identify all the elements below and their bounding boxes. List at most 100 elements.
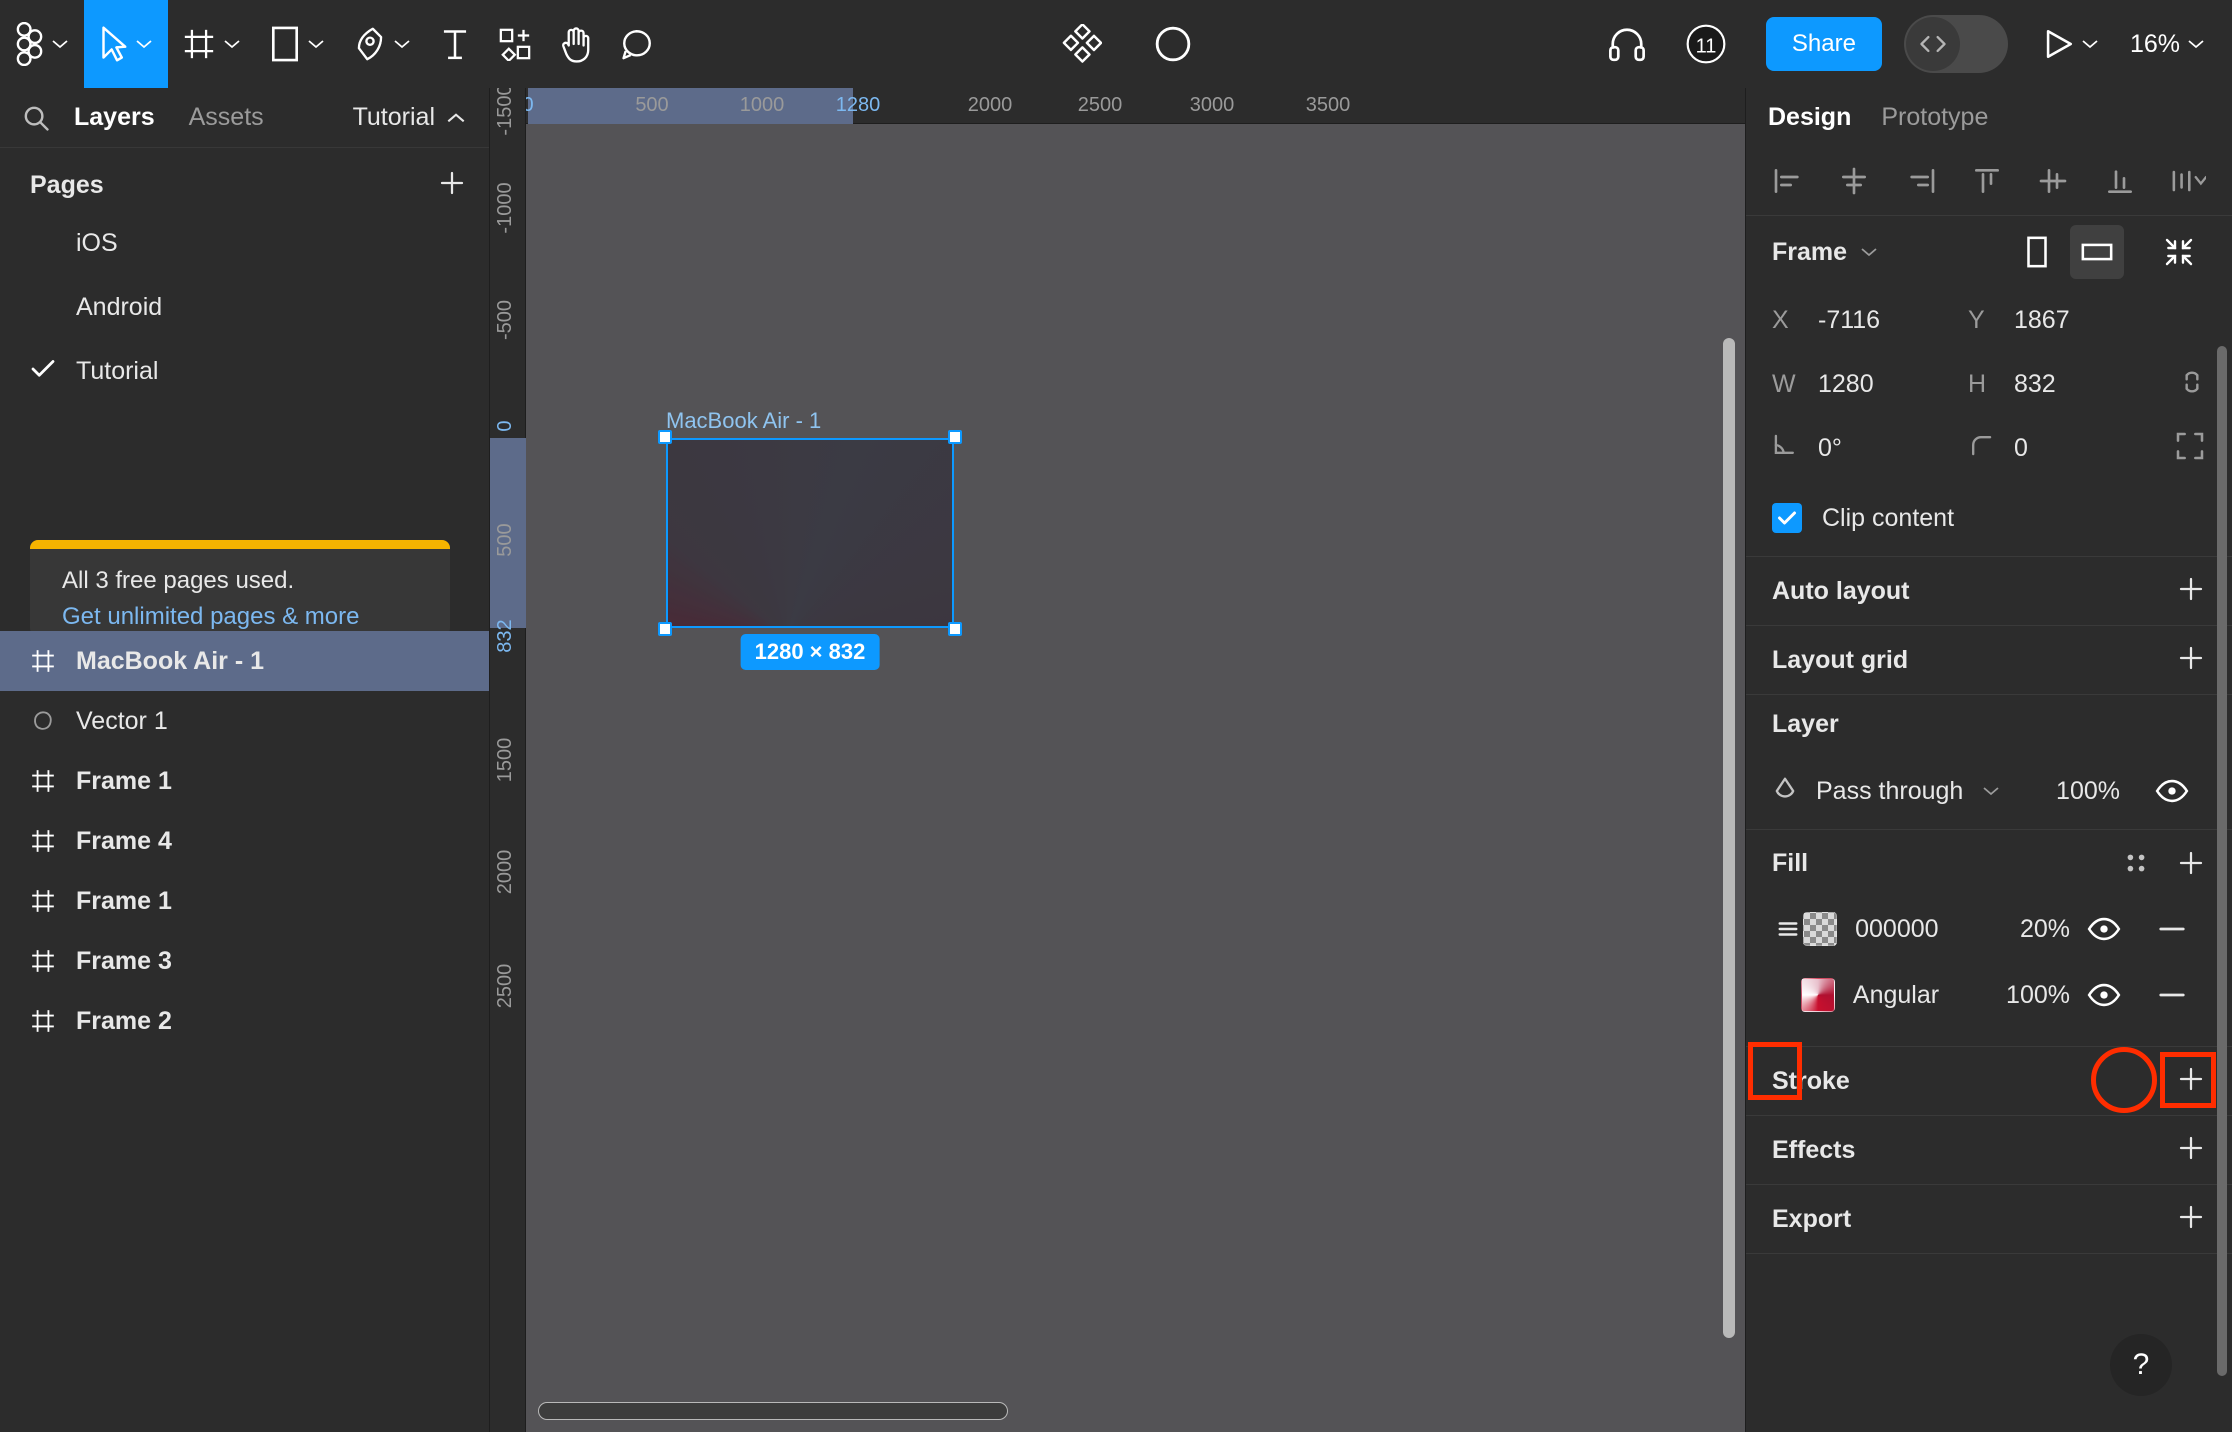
frame-header: Frame xyxy=(1772,216,2206,288)
components-icon[interactable] xyxy=(484,0,546,88)
chevron-down-icon[interactable] xyxy=(1981,785,2001,797)
hand-icon[interactable] xyxy=(546,0,606,88)
clip-content-row[interactable]: Clip content xyxy=(1772,480,2206,556)
layer-visibility-toggle[interactable] xyxy=(2138,779,2206,803)
frame-icon xyxy=(30,828,76,854)
frame-icon[interactable] xyxy=(168,0,256,88)
add-layout-grid-button[interactable] xyxy=(2176,643,2206,678)
drag-handle-icon[interactable] xyxy=(1772,919,1803,939)
remove-fill-button[interactable] xyxy=(2138,923,2206,935)
rotation-corner-row: 0° 0 xyxy=(1772,416,2206,480)
page-item-ios[interactable]: iOS xyxy=(0,211,489,275)
frame-icon xyxy=(30,888,76,914)
frame-icon xyxy=(30,648,76,674)
add-effect-button[interactable] xyxy=(2176,1133,2206,1168)
page-item-android[interactable]: Android xyxy=(0,275,489,339)
independent-corners-icon[interactable] xyxy=(2174,430,2206,467)
align-horizontal-center-icon[interactable] xyxy=(1838,166,1870,196)
frame-name-label[interactable]: MacBook Air - 1 xyxy=(666,408,821,434)
promo-upgrade-link[interactable]: Get unlimited pages & more xyxy=(30,595,450,631)
tab-layers[interactable]: Layers xyxy=(74,103,155,132)
align-right-icon[interactable] xyxy=(1905,166,1937,196)
resize-handle-bottom-right[interactable] xyxy=(948,622,962,636)
clip-content-checkbox[interactable] xyxy=(1772,503,1802,533)
portrait-orientation-icon[interactable] xyxy=(2010,225,2064,279)
layer-item-vector-1[interactable]: Vector 1 xyxy=(0,691,489,751)
layer-item-frame-1-b[interactable]: Frame 1 xyxy=(0,871,489,931)
add-stroke-button[interactable] xyxy=(2176,1064,2206,1099)
dev-mode-toggle[interactable] xyxy=(1903,15,2008,73)
tab-design[interactable]: Design xyxy=(1768,103,1851,132)
right-panel-scrollbar[interactable] xyxy=(2217,346,2227,1376)
tab-assets[interactable]: Assets xyxy=(189,103,264,132)
height-field[interactable]: H 832 xyxy=(1968,370,2164,399)
pen-icon[interactable] xyxy=(340,0,426,88)
width-field[interactable]: W 1280 xyxy=(1772,370,1968,399)
add-page-button[interactable] xyxy=(437,168,467,203)
file-name-menu[interactable]: Tutorial xyxy=(353,103,467,132)
frame-section-title: Frame xyxy=(1772,237,1848,266)
add-export-button[interactable] xyxy=(2176,1202,2206,1237)
page-item-tutorial[interactable]: Tutorial xyxy=(0,339,489,403)
add-fill-button[interactable] xyxy=(2176,848,2206,878)
layer-item-macbook-air-1[interactable]: MacBook Air - 1 xyxy=(0,631,489,691)
align-bottom-icon[interactable] xyxy=(2104,166,2136,196)
add-auto-layout-button[interactable] xyxy=(2176,574,2206,609)
layer-item-frame-4[interactable]: Frame 4 xyxy=(0,811,489,871)
distribute-icon[interactable] xyxy=(2170,166,2206,196)
canvas-area[interactable]: 0 500 1000 1280 2000 2500 3000 3500 -150… xyxy=(490,88,1745,1432)
align-left-icon[interactable] xyxy=(1772,166,1804,196)
layer-item-frame-2[interactable]: Frame 2 xyxy=(0,991,489,1051)
contrast-moon-icon[interactable] xyxy=(1128,0,1218,88)
corner-radius-field[interactable]: 0 xyxy=(1968,432,2164,465)
move-cursor-icon[interactable] xyxy=(84,0,168,88)
landscape-orientation-icon[interactable] xyxy=(2070,225,2124,279)
fill-gradient-name[interactable]: Angular xyxy=(1853,981,2006,1010)
help-button[interactable]: ? xyxy=(2110,1334,2172,1396)
shape-rectangle-icon[interactable] xyxy=(256,0,340,88)
layer-opacity-value[interactable]: 100% xyxy=(2056,777,2120,806)
fill-color-swatch[interactable] xyxy=(1803,912,1838,946)
search-icon[interactable] xyxy=(22,104,50,132)
plugins-diamond-icon[interactable] xyxy=(1036,0,1128,88)
remove-fill-button[interactable] xyxy=(2138,989,2206,1001)
align-top-icon[interactable] xyxy=(1971,166,2003,196)
resize-handle-top-right[interactable] xyxy=(948,430,962,444)
avatar-badge-icon[interactable]: 11 xyxy=(1668,0,1744,88)
alignment-toolbar xyxy=(1746,146,2232,216)
link-constrain-icon[interactable] xyxy=(2178,366,2206,403)
canvas-horizontal-scrollbar[interactable] xyxy=(538,1402,1008,1420)
share-button[interactable]: Share xyxy=(1765,17,1882,71)
resize-to-fit-icon[interactable] xyxy=(2152,225,2206,279)
figma-logo-icon[interactable] xyxy=(0,0,84,88)
rotation-field[interactable]: 0° xyxy=(1772,432,1968,465)
fill-opacity-value[interactable]: 100% xyxy=(2006,981,2070,1010)
fill-visibility-toggle[interactable] xyxy=(2070,983,2138,1007)
layer-item-frame-1-a[interactable]: Frame 1 xyxy=(0,751,489,811)
chevron-up-icon xyxy=(447,112,465,122)
zoom-menu[interactable]: 16% xyxy=(2116,0,2232,88)
fill-opacity-value[interactable]: 20% xyxy=(2020,915,2070,944)
y-field[interactable]: Y 1867 xyxy=(1968,306,2164,335)
x-field[interactable]: X -7116 xyxy=(1772,306,1968,335)
text-icon[interactable] xyxy=(426,0,484,88)
fill-styles-icon[interactable] xyxy=(2122,849,2150,877)
blend-mode-value[interactable]: Pass through xyxy=(1816,777,1963,806)
fill-gradient-swatch[interactable] xyxy=(1800,978,1835,1012)
resize-handle-bottom-left[interactable] xyxy=(658,622,672,636)
resize-handle-top-left[interactable] xyxy=(658,430,672,444)
comment-icon[interactable] xyxy=(606,0,668,88)
present-button[interactable] xyxy=(2008,0,2116,88)
align-vertical-center-icon[interactable] xyxy=(2037,166,2069,196)
fill-title: Fill xyxy=(1772,848,1809,877)
fill-visibility-toggle[interactable] xyxy=(2070,917,2138,941)
tab-prototype[interactable]: Prototype xyxy=(1881,103,1988,132)
chevron-down-icon[interactable] xyxy=(1859,246,1879,258)
fill-color-hex[interactable]: 000000 xyxy=(1855,915,2020,944)
fill-row-angular[interactable]: Angular 100% xyxy=(1772,962,2206,1028)
fill-row-000000[interactable]: 000000 20% xyxy=(1772,896,2206,962)
canvas-vertical-scrollbar[interactable] xyxy=(1723,338,1735,1338)
layer-item-frame-3[interactable]: Frame 3 xyxy=(0,931,489,991)
headphones-icon[interactable] xyxy=(1586,0,1668,88)
selected-frame[interactable]: MacBook Air - 1 1280 × 832 xyxy=(658,408,962,670)
